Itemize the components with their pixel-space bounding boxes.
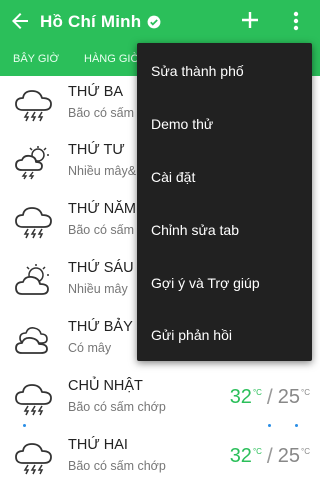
menu-item-edit-city[interactable]: Sửa thành phố (151, 63, 244, 79)
menu-item-demo[interactable]: Demo thử (151, 116, 213, 132)
app-bar: Hồ Chí Minh (0, 0, 320, 42)
forecast-day: CHỦ NHẬT (68, 378, 143, 394)
indicator-dot (23, 424, 26, 427)
partly-cloudy-storm-icon (15, 146, 49, 180)
overflow-menu: Sửa thành phố Demo thử Cài đặt Chỉnh sửa… (137, 43, 312, 361)
forecast-row[interactable]: THỨ HAI Bão có sấm chớp 32 °C / 25 °C (0, 429, 320, 487)
temp-high: 32 (229, 386, 252, 408)
forecast-row[interactable]: CHỦ NHẬT Bão có sấm chớp 32 °C / 25 °C (0, 370, 320, 428)
menu-item-help[interactable]: Gợi ý và Trợ giúp (151, 275, 260, 291)
temp-low-unit: °C (301, 388, 310, 397)
temp-high-unit: °C (252, 447, 262, 456)
thunderstorm-icon (15, 384, 52, 416)
temp-low-unit: °C (301, 447, 310, 456)
tab-hourly[interactable]: HÀNG GIỜ (84, 53, 140, 65)
thunderstorm-icon (15, 207, 52, 239)
menu-item-settings[interactable]: Cài đặt (151, 169, 195, 185)
forecast-desc: Có mây (68, 341, 112, 355)
temp-high: 32 (229, 445, 252, 467)
thunderstorm-icon (15, 90, 52, 122)
tab-now[interactable]: BÂY GIỜ (13, 53, 59, 65)
forecast-day: THỨ BA (68, 84, 124, 100)
temp-high-unit: °C (252, 388, 262, 397)
temperature-range: 32 °C / 25 °C (230, 445, 310, 469)
more-vertical-icon[interactable] (287, 10, 305, 32)
forecast-day: THỨ HAI (68, 437, 128, 453)
forecast-desc: Bão có sấm (68, 223, 135, 237)
thunderstorm-icon (15, 443, 52, 475)
temp-separator: / (266, 445, 273, 468)
indicator-dot (295, 424, 298, 427)
temperature-range: 32 °C / 25 °C (230, 386, 310, 410)
forecast-day: THỨ BẢY (68, 319, 133, 335)
forecast-desc: Nhiều mây& (68, 164, 137, 178)
partly-cloudy-icon (15, 264, 49, 295)
forecast-desc: Nhiều mây (68, 282, 128, 296)
forecast-day: THỨ SÁU (68, 260, 134, 276)
cloudy-icon (15, 327, 48, 354)
city-title: Hồ Chí Minh (40, 12, 142, 31)
menu-item-feedback[interactable]: Gửi phản hồi (151, 327, 232, 343)
arrow-left-icon[interactable] (8, 9, 32, 33)
temp-separator: / (266, 386, 273, 409)
plus-icon[interactable] (240, 10, 260, 30)
check-circle-icon (147, 15, 161, 29)
indicator-dot (268, 424, 271, 427)
menu-item-edit-tabs[interactable]: Chỉnh sửa tab (151, 222, 239, 238)
forecast-desc: Bão có sấm chớp (68, 400, 166, 414)
temp-low: 25 (277, 445, 301, 467)
temp-low: 25 (277, 386, 301, 408)
forecast-day: THỨ TƯ (68, 142, 125, 158)
city-title-group[interactable]: Hồ Chí Minh (40, 10, 161, 34)
forecast-desc: Bão có sấm chớp (68, 459, 166, 473)
forecast-day: THỨ NĂM (68, 201, 136, 217)
